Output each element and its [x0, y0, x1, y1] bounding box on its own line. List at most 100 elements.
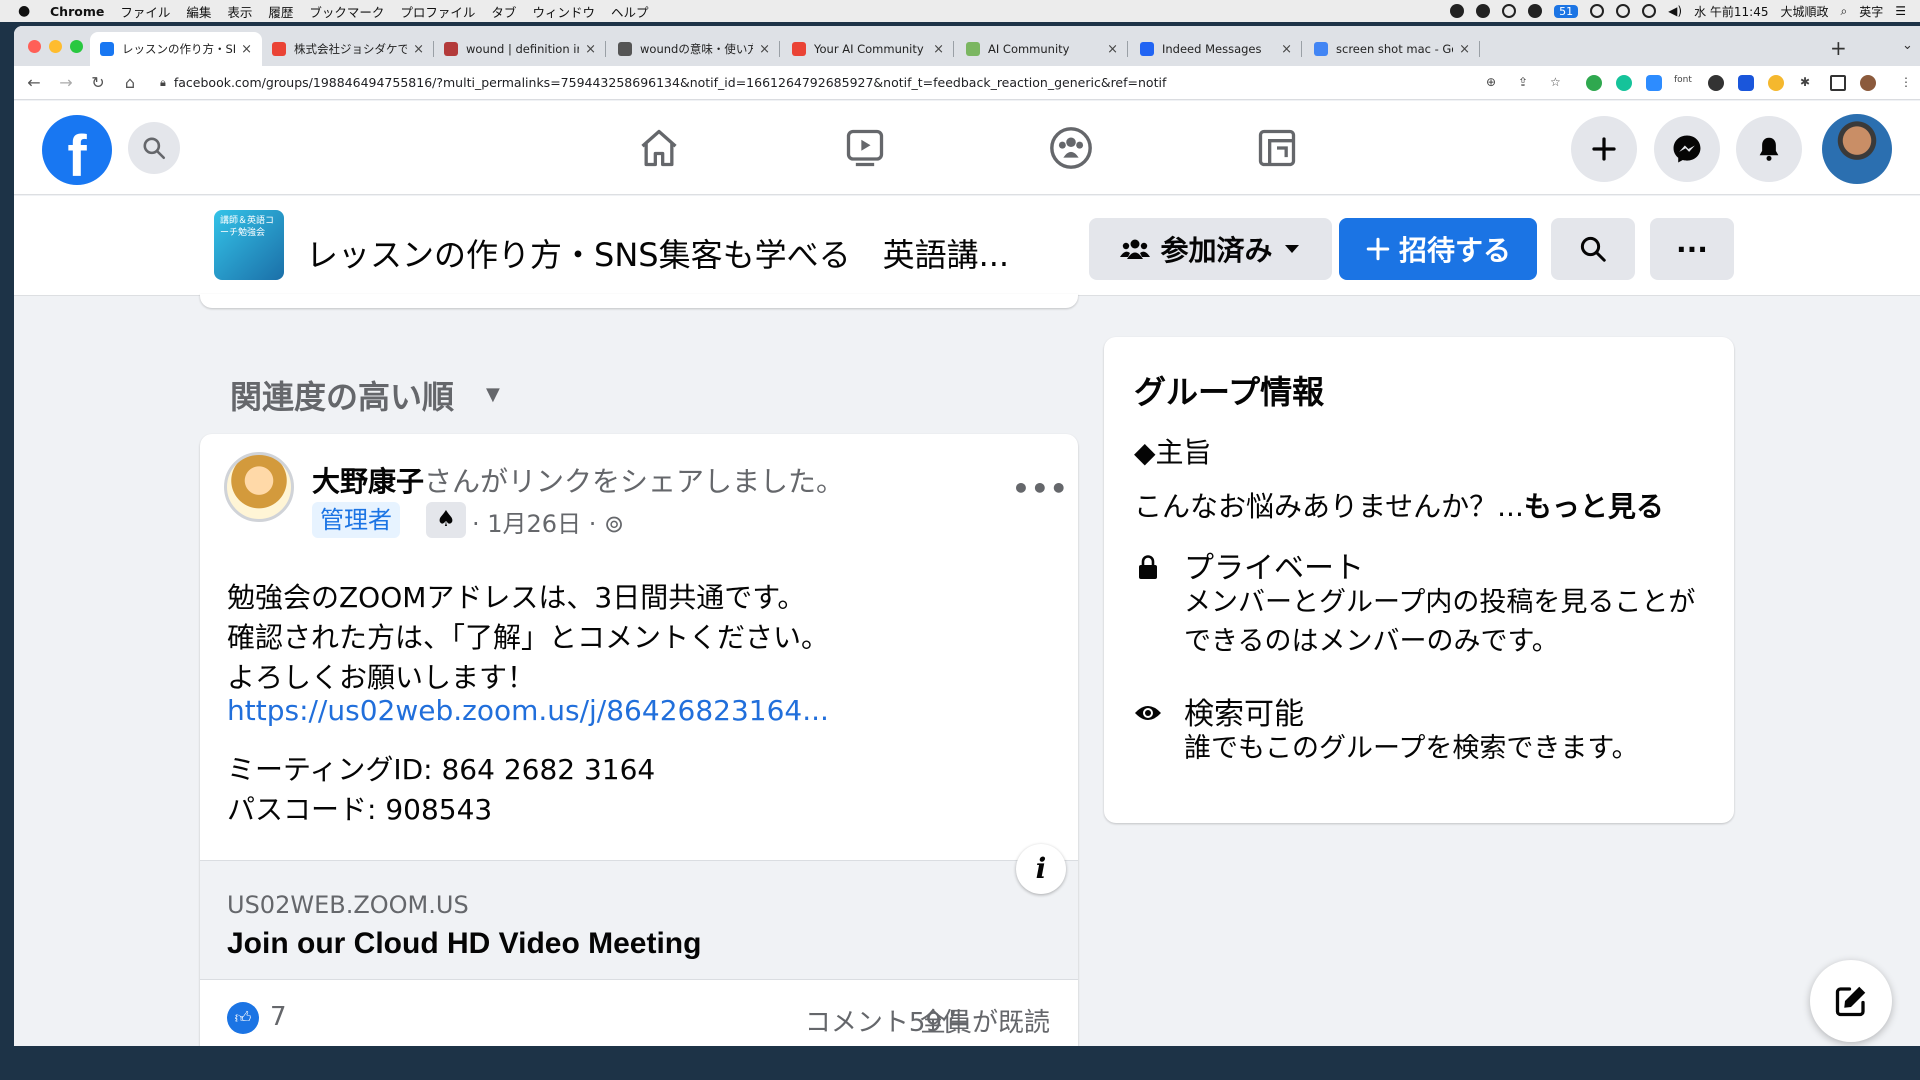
menubar-user[interactable]: 大城順政 — [1780, 3, 1828, 20]
browser-tab[interactable]: wound | definition in the Le × — [434, 32, 606, 66]
yellow-extension-icon[interactable] — [1768, 75, 1784, 91]
nav-watch-button[interactable] — [842, 125, 888, 171]
zoom-extension-icon[interactable] — [1646, 75, 1662, 91]
facebook-logo[interactable]: f — [42, 115, 112, 185]
tab-close-icon[interactable]: × — [413, 42, 424, 57]
nav-gaming-button[interactable] — [1254, 125, 1300, 171]
nav-home-button[interactable] — [636, 125, 682, 171]
lock-icon[interactable]: 🔒︎ — [160, 76, 166, 90]
extensions-puzzle-icon[interactable]: ✱ — [1800, 75, 1810, 89]
evernote-extension-icon[interactable] — [1586, 75, 1602, 91]
admin-badge[interactable]: 管理者 — [312, 502, 400, 538]
pinterest-extension-icon[interactable] — [1708, 75, 1724, 91]
browser-tab[interactable]: Your AI Community passw × — [782, 32, 954, 66]
group-more-button[interactable]: ··· — [1650, 218, 1734, 280]
spotlight-icon[interactable]: ⌕ — [1840, 4, 1847, 19]
line-status-icon[interactable] — [1450, 4, 1465, 18]
url-field[interactable]: facebook.com/groups/198846494755816/?mul… — [174, 75, 1167, 90]
bluetooth-icon[interactable] — [1616, 4, 1631, 18]
tab-close-icon[interactable]: × — [1281, 42, 1292, 57]
forward-icon[interactable]: → — [54, 73, 78, 92]
browser-tab[interactable]: レッスンの作り方・SNS集客 × — [90, 32, 262, 66]
group-title[interactable]: レッスンの作り方・SNS集客も学べる 英語講... — [306, 230, 1009, 276]
menubar-clock[interactable]: 水 午前11:45 — [1694, 3, 1768, 20]
author-name[interactable]: 大野康子 — [312, 465, 424, 498]
tab-favicon-icon — [966, 42, 980, 56]
apple-icon[interactable]: ● — [18, 3, 40, 19]
clock-status-icon[interactable] — [1502, 4, 1517, 18]
group-thumbnail[interactable]: 講師＆英語コーチ勉強会 — [214, 210, 284, 280]
joined-button[interactable]: 参加済み — [1089, 218, 1332, 280]
account-avatar[interactable] — [1822, 114, 1892, 184]
app-status-icon[interactable] — [1528, 4, 1543, 18]
tab-close-icon[interactable]: × — [759, 42, 770, 57]
tab-close-icon[interactable]: × — [241, 42, 252, 57]
zoom-page-icon[interactable]: ⊕ — [1486, 75, 1496, 89]
new-message-button[interactable] — [1810, 960, 1892, 1042]
create-button[interactable] — [1571, 116, 1637, 182]
tab-search-chevron-icon[interactable]: ⌄ — [1902, 38, 1913, 53]
profile-avatar-icon[interactable] — [1860, 75, 1876, 91]
like-reaction-icon[interactable]: 👍︎ — [227, 1002, 259, 1034]
menu-tab[interactable]: タブ — [491, 2, 516, 21]
bookmark-star-icon[interactable]: ☆ — [1550, 75, 1561, 89]
tab-close-icon[interactable]: × — [585, 42, 596, 57]
control-center-icon[interactable]: ☰ — [1895, 4, 1906, 18]
post-options-button[interactable]: ••• — [1012, 472, 1069, 505]
group-search-button[interactable] — [1551, 218, 1635, 280]
browser-tab[interactable]: screen shot mac - Google × — [1304, 32, 1480, 66]
side-panel-icon[interactable] — [1830, 75, 1846, 91]
sort-caret-icon[interactable]: ▼ — [486, 384, 500, 405]
nav-groups-button[interactable] — [1048, 125, 1094, 171]
tab-close-icon[interactable]: × — [1107, 42, 1118, 57]
search-button[interactable] — [128, 122, 180, 174]
messenger-button[interactable] — [1654, 116, 1720, 182]
info-icon[interactable]: i — [1016, 844, 1066, 894]
zoom-link[interactable]: https://us02web.zoom.us/j/86426823164... — [227, 694, 829, 727]
author-avatar[interactable] — [224, 452, 294, 522]
reload-icon[interactable]: ↻ — [86, 73, 110, 92]
browser-tab[interactable]: 株式会社ジョシダケで多彩な × — [262, 32, 434, 66]
home-icon[interactable]: ⌂ — [118, 73, 142, 92]
menu-window[interactable]: ウィンドウ — [532, 2, 595, 21]
blue-extension-icon[interactable] — [1738, 75, 1754, 91]
invite-button[interactable]: 招待する — [1339, 218, 1537, 280]
spade-badge-icon[interactable]: ♠ — [426, 502, 466, 538]
link-preview[interactable]: i US02WEB.ZOOM.US Join our Cloud HD Vide… — [200, 844, 1078, 980]
menu-help[interactable]: ヘルプ — [611, 2, 649, 21]
share-icon[interactable]: ⇪ — [1518, 75, 1528, 89]
menu-bookmarks[interactable]: ブックマーク — [309, 2, 384, 21]
grammarly-extension-icon[interactable] — [1616, 75, 1632, 91]
browser-tab[interactable]: AI Community × — [956, 32, 1128, 66]
menu-edit[interactable]: 編集 — [186, 2, 211, 21]
tab-close-icon[interactable]: × — [933, 42, 944, 57]
menu-history[interactable]: 履歴 — [268, 2, 293, 21]
browser-tab[interactable]: Indeed Messages × — [1130, 32, 1302, 66]
seen-by[interactable]: 全員が既読 — [920, 1002, 1050, 1039]
back-icon[interactable]: ← — [22, 73, 46, 92]
volume-icon[interactable]: ◀) — [1668, 4, 1682, 18]
input-mode[interactable]: 英字 — [1859, 3, 1883, 20]
wifi-icon[interactable] — [1642, 4, 1657, 18]
chrome-menu-icon[interactable]: ⋮ — [1900, 75, 1912, 89]
like-count[interactable]: 7 — [270, 1002, 287, 1032]
browser-tab[interactable]: woundの意味・使い方・読み × — [608, 32, 780, 66]
time-machine-icon[interactable] — [1590, 4, 1605, 18]
notifications-button[interactable] — [1736, 116, 1802, 182]
menu-profiles[interactable]: プロファイル — [400, 2, 475, 21]
new-tab-icon[interactable]: + — [1830, 36, 1847, 60]
tab-close-icon[interactable]: × — [1459, 42, 1470, 57]
skype-status-icon[interactable] — [1476, 4, 1491, 18]
post-date[interactable]: · 1月26日 · — [472, 510, 596, 538]
close-window-button[interactable] — [28, 40, 41, 53]
preview-title[interactable]: Join our Cloud HD Video Meeting — [227, 927, 701, 961]
menu-file[interactable]: ファイル — [120, 2, 170, 21]
menu-app-name[interactable]: Chrome — [50, 4, 104, 19]
notification-badge[interactable]: 51 — [1554, 4, 1579, 18]
minimize-window-button[interactable] — [49, 40, 62, 53]
see-more-link[interactable]: もっと見る — [1524, 490, 1664, 523]
zoom-window-button[interactable] — [70, 40, 83, 53]
sort-selector[interactable]: 関連度の高い順 — [230, 372, 454, 418]
font-extension-icon[interactable]: font — [1674, 75, 1692, 85]
menu-view[interactable]: 表示 — [227, 2, 252, 21]
